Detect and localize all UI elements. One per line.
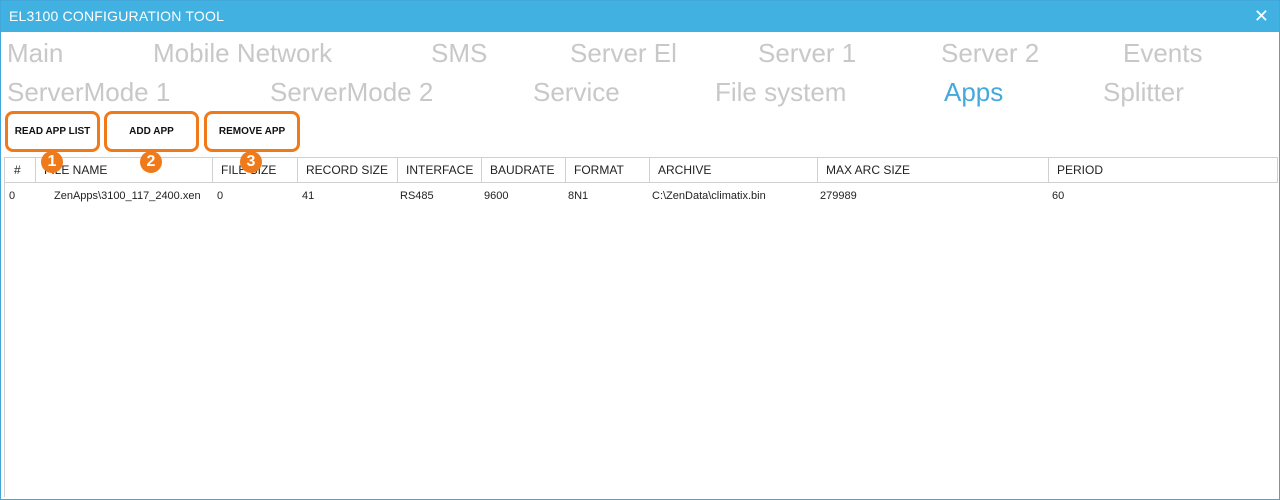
read-app-list-label: READ APP LIST <box>14 126 91 137</box>
remove-app-label: REMOVE APP <box>218 126 286 137</box>
column-header-interface[interactable]: INTERFACE <box>398 158 482 182</box>
column-header-archive[interactable]: ARCHIVE <box>650 158 818 182</box>
column-header-record-size[interactable]: RECORD SIZE <box>298 158 398 182</box>
tab-file-system[interactable]: File system <box>715 77 846 107</box>
column-header-max-arc-size[interactable]: MAX ARC SIZE <box>818 158 1049 182</box>
cell-index: 0 <box>9 190 16 202</box>
close-icon[interactable]: ✕ <box>1254 5 1269 27</box>
title-bar: EL3100 CONFIGURATION TOOL ✕ <box>1 1 1279 32</box>
tab-servermode-2[interactable]: ServerMode 2 <box>270 77 433 107</box>
add-app-label: ADD APP <box>129 126 174 137</box>
cell-interface: RS485 <box>400 190 434 202</box>
cell-max-arc-size: 279989 <box>820 190 857 202</box>
tab-servermode-1[interactable]: ServerMode 1 <box>7 77 170 107</box>
cell-file-name: ZenApps\3100_117_2400.xen <box>54 190 201 202</box>
remove-app-button[interactable]: REMOVE APP <box>204 111 300 152</box>
cell-record-size: 41 <box>302 190 315 202</box>
cell-file-size: 0 <box>217 190 224 202</box>
tab-server-el[interactable]: Server El <box>570 38 677 68</box>
tab-events[interactable]: Events <box>1123 38 1203 68</box>
tab-service[interactable]: Service <box>533 77 620 107</box>
column-header-baudrate[interactable]: BAUDRATE <box>482 158 566 182</box>
tab-mobile-network[interactable]: Mobile Network <box>153 38 332 68</box>
callout-badge-2: 2 <box>140 151 162 173</box>
column-header-index[interactable]: # <box>5 158 36 182</box>
table-header: # FILE NAME FILE SIZE RECORD SIZE INTERF… <box>5 157 1278 183</box>
read-app-list-button[interactable]: READ APP LIST <box>5 111 100 152</box>
tab-splitter[interactable]: Splitter <box>1103 77 1184 107</box>
callout-badge-3: 3 <box>240 151 262 173</box>
tab-main[interactable]: Main <box>7 38 63 68</box>
tab-server-2[interactable]: Server 2 <box>941 38 1039 68</box>
tab-apps[interactable]: Apps <box>944 77 1003 107</box>
add-app-button[interactable]: ADD APP <box>104 111 199 152</box>
tab-server-1[interactable]: Server 1 <box>758 38 856 68</box>
column-header-format[interactable]: FORMAT <box>566 158 650 182</box>
cell-archive: C:\ZenData\climatix.bin <box>652 190 766 202</box>
table-row[interactable]: 0 ZenApps\3100_117_2400.xen 0 41 RS485 9… <box>5 183 1278 209</box>
tab-sms[interactable]: SMS <box>431 38 487 68</box>
apps-table: # FILE NAME FILE SIZE RECORD SIZE INTERF… <box>4 157 1278 497</box>
cell-period: 60 <box>1052 190 1065 202</box>
window-title: EL3100 CONFIGURATION TOOL <box>9 8 225 24</box>
column-header-period[interactable]: PERIOD <box>1049 158 1278 182</box>
cell-format: 8N1 <box>568 190 589 202</box>
callout-badge-1: 1 <box>41 151 63 173</box>
app-window: EL3100 CONFIGURATION TOOL ✕ Main Mobile … <box>0 0 1280 500</box>
cell-baudrate: 9600 <box>484 190 509 202</box>
